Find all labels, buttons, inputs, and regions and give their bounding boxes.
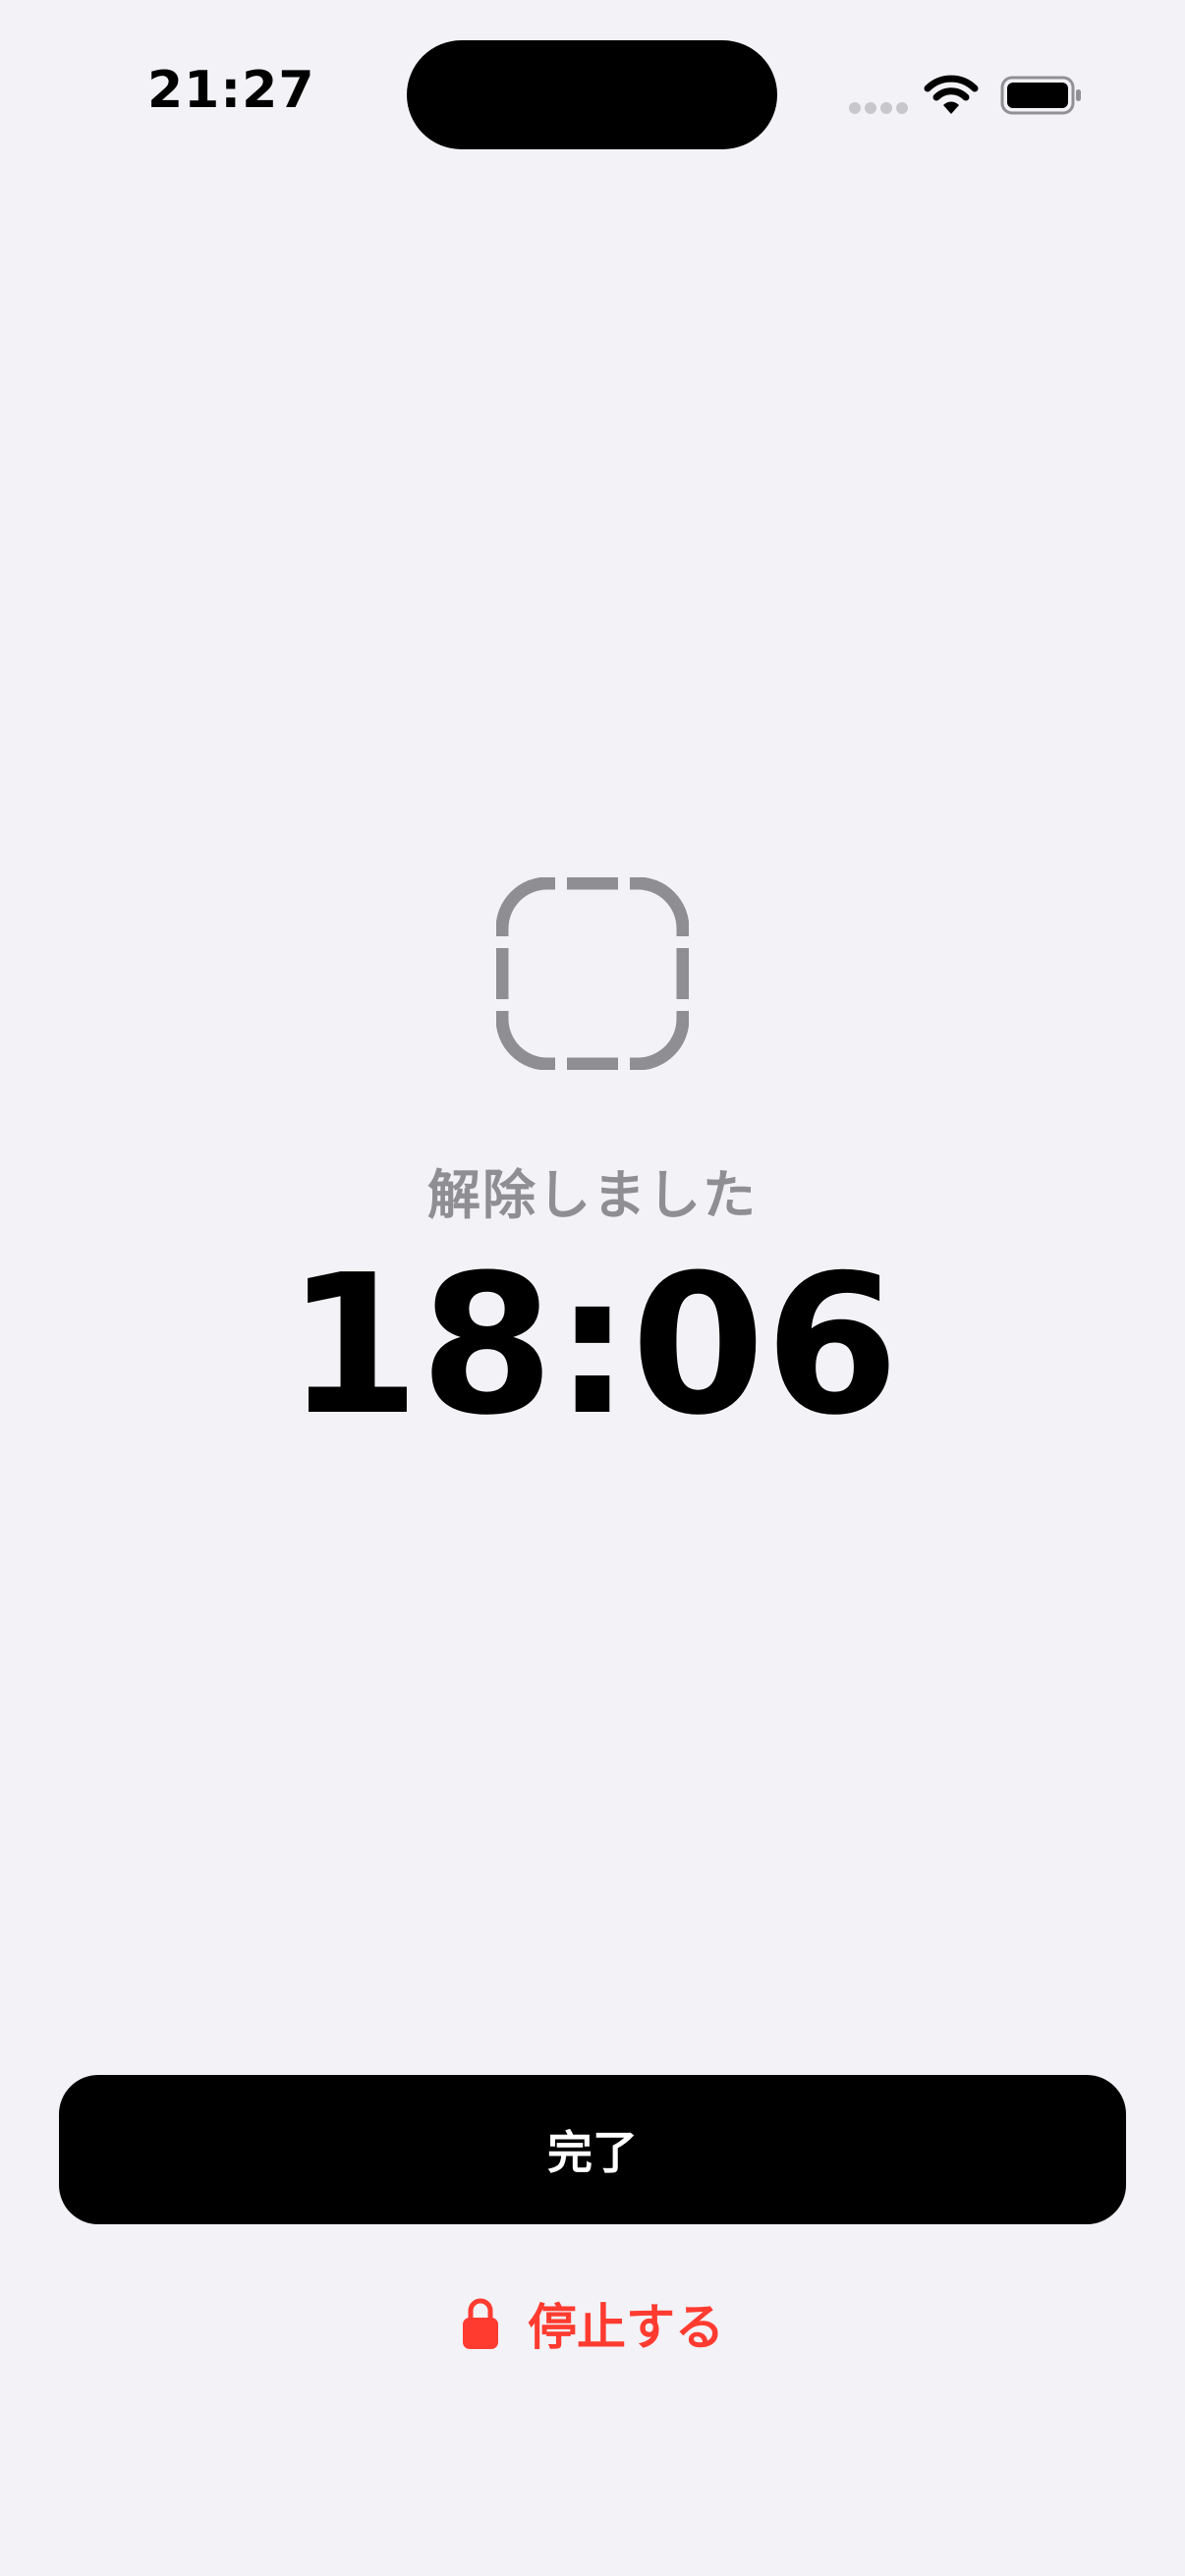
stop-button[interactable]: 停止する [0, 2284, 1185, 2363]
stop-button-label: 停止する [528, 2299, 724, 2356]
lock-icon [463, 2298, 498, 2349]
status-label: 解除しました [427, 1164, 758, 1226]
status-bar-time: 21:27 [147, 61, 315, 120]
battery-icon [1000, 76, 1081, 115]
dashed-square-icon [496, 877, 689, 1070]
cellular-signal-icon [849, 102, 908, 116]
timer-value: 18:06 [286, 1234, 899, 1458]
dynamic-island [407, 40, 777, 149]
wifi-icon [924, 75, 979, 114]
done-button[interactable]: 完了 [59, 2075, 1126, 2224]
